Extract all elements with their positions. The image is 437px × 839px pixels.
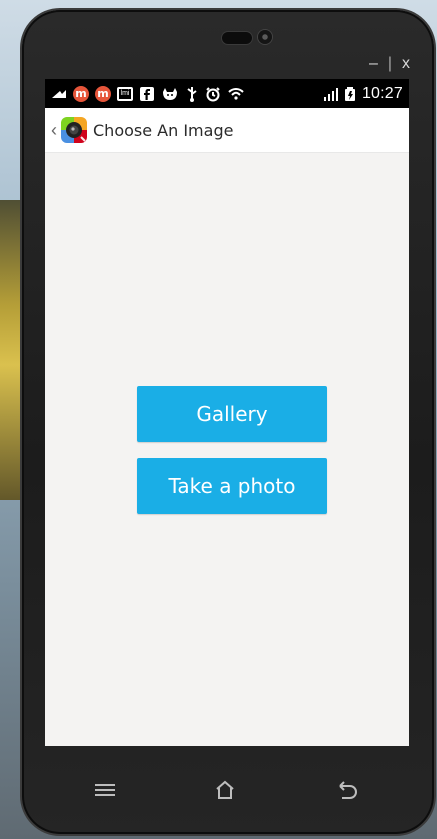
signal-icon — [322, 86, 338, 102]
lmi-icon: lmi — [117, 86, 133, 101]
alarm-icon — [205, 86, 221, 102]
status-bar: m m lmi 10:27 — [45, 79, 409, 108]
controls-separator: | — [387, 55, 392, 72]
earpiece-speaker — [222, 32, 252, 44]
gallery-button[interactable]: Gallery — [137, 386, 327, 442]
facebook-icon — [139, 86, 155, 102]
device-screen: m m lmi 10:27 ‹ Choose An Image Gallery … — [45, 79, 409, 746]
page-title: Choose An Image — [93, 120, 234, 140]
notification-icon — [51, 86, 67, 102]
cat-icon — [161, 86, 179, 102]
m-app-icon: m — [95, 85, 111, 102]
m-app-icon: m — [73, 85, 89, 102]
take-photo-button[interactable]: Take a photo — [137, 458, 327, 514]
action-bar: ‹ Choose An Image — [45, 108, 409, 153]
home-icon[interactable] — [205, 770, 245, 810]
main-content: Gallery Take a photo — [45, 153, 409, 746]
app-logo-icon — [61, 117, 87, 143]
wifi-icon — [227, 86, 245, 102]
usb-icon — [185, 86, 199, 102]
status-time: 10:27 — [361, 84, 403, 102]
close-window-button[interactable]: x — [402, 56, 410, 72]
battery-icon — [344, 86, 356, 102]
desktop-background: – | x m m lmi 10:27 ‹ Choose An Image Ga… — [0, 0, 437, 839]
back-icon[interactable] — [325, 770, 365, 810]
desktop-edge-strip — [0, 200, 22, 500]
up-navigation-caret-icon[interactable]: ‹ — [49, 120, 59, 140]
minimize-window-button[interactable]: – — [369, 56, 378, 72]
front-camera — [258, 30, 272, 44]
emulator-window-controls: – | x — [369, 56, 410, 72]
android-navigation-bar — [45, 746, 409, 834]
menu-icon[interactable] — [85, 770, 125, 810]
